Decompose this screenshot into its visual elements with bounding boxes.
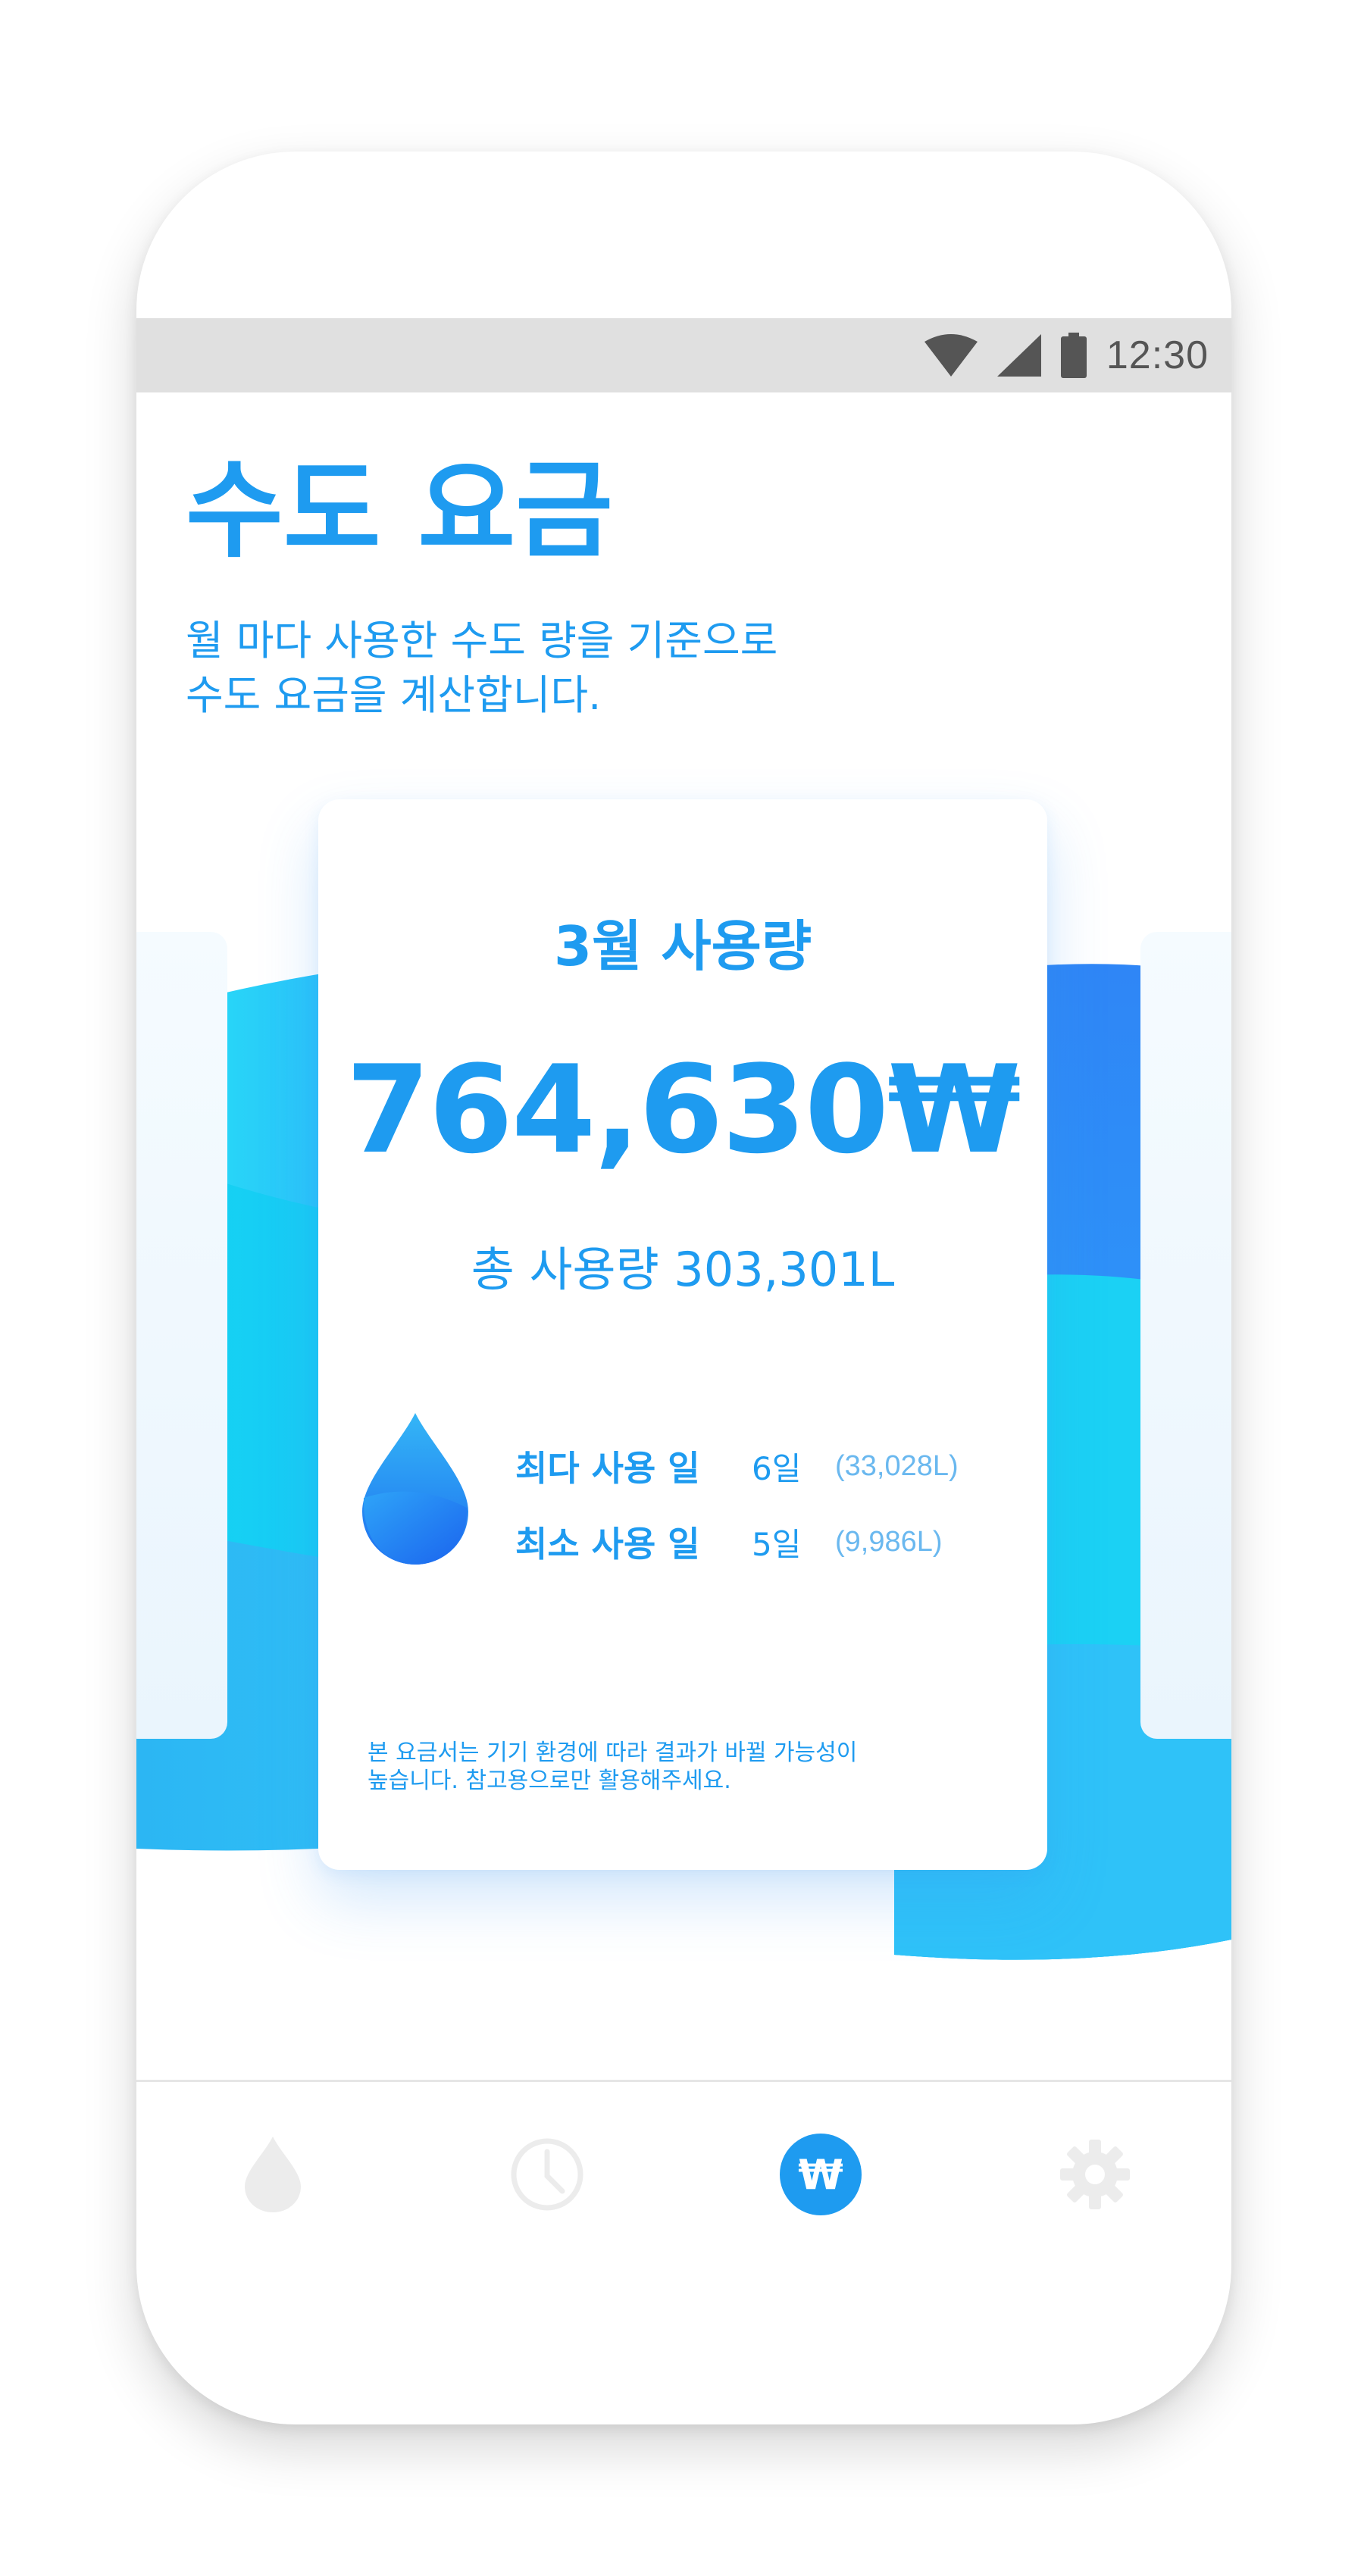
nav-bill[interactable]: ₩ bbox=[775, 2129, 866, 2220]
wifi-icon bbox=[924, 334, 978, 377]
disclaimer-line-1: 본 요금서는 기기 환경에 따라 결과가 바뀔 가능성이 bbox=[368, 1740, 858, 1766]
next-month-card[interactable] bbox=[1140, 932, 1231, 1739]
total-usage: 총 사용량 303,301L bbox=[471, 1242, 895, 1297]
subtitle-line-1: 월 마다 사용한 수도 량을 기준으로 bbox=[186, 617, 778, 664]
min-usage-label: 최소 사용 일 bbox=[515, 1524, 700, 1565]
page-title: 수도 요금 bbox=[186, 449, 613, 573]
page-subtitle: 월 마다 사용한 수도 량을 기준으로 수도 요금을 계산합니다. bbox=[186, 614, 1095, 723]
svg-text:₩: ₩ bbox=[798, 2151, 843, 2199]
monthly-usage-card: 3월 사용량 764,630₩ 총 사용량 303,301L 최다 사용 일 6… bbox=[318, 799, 1047, 1870]
max-usage-label: 최다 사용 일 bbox=[515, 1448, 700, 1489]
nav-settings[interactable] bbox=[1050, 2129, 1140, 2220]
won-icon: ₩ bbox=[780, 2134, 862, 2215]
min-usage-day-row: 최소 사용 일 5일 (9,986L) bbox=[515, 1515, 943, 1568]
disclaimer-note: 본 요금서는 기기 환경에 따라 결과가 바뀔 가능성이 높습니다. 참고용으로… bbox=[368, 1739, 1012, 1795]
status-time: 12:30 bbox=[1106, 333, 1209, 377]
disclaimer-line-2: 높습니다. 참고용으로만 활용해주세요. bbox=[368, 1768, 731, 1794]
nav-usage[interactable] bbox=[227, 2129, 318, 2220]
water-drop-icon bbox=[245, 2137, 301, 2212]
min-usage-amount: (9,986L) bbox=[835, 1525, 943, 1558]
max-usage-day-row: 최다 사용 일 6일 (33,028L) bbox=[515, 1440, 959, 1493]
cellular-signal-icon bbox=[996, 334, 1041, 377]
min-usage-day: 5일 bbox=[752, 1525, 802, 1563]
bottom-navigation: ₩ bbox=[136, 2082, 1231, 2271]
nav-history[interactable] bbox=[502, 2129, 593, 2220]
gear-icon bbox=[1060, 2140, 1130, 2209]
bill-amount: 764,630₩ bbox=[346, 1039, 1021, 1180]
water-drop-icon bbox=[362, 1413, 468, 1565]
max-usage-day: 6일 bbox=[752, 1449, 802, 1487]
previous-month-card[interactable] bbox=[136, 932, 227, 1739]
subtitle-line-2: 수도 요금을 계산합니다. bbox=[186, 671, 602, 719]
status-bar: 12:30 bbox=[136, 318, 1231, 392]
phone-frame: 12:30 수도 요금 월 마다 사용한 수도 량을 기준으로 수도 요금을 계… bbox=[136, 152, 1231, 2424]
max-usage-amount: (33,028L) bbox=[835, 1449, 959, 1482]
battery-icon bbox=[1060, 333, 1087, 378]
month-usage-label: 3월 사용량 bbox=[553, 914, 812, 978]
clock-icon bbox=[511, 2138, 583, 2211]
status-icons: 12:30 bbox=[924, 318, 1209, 392]
